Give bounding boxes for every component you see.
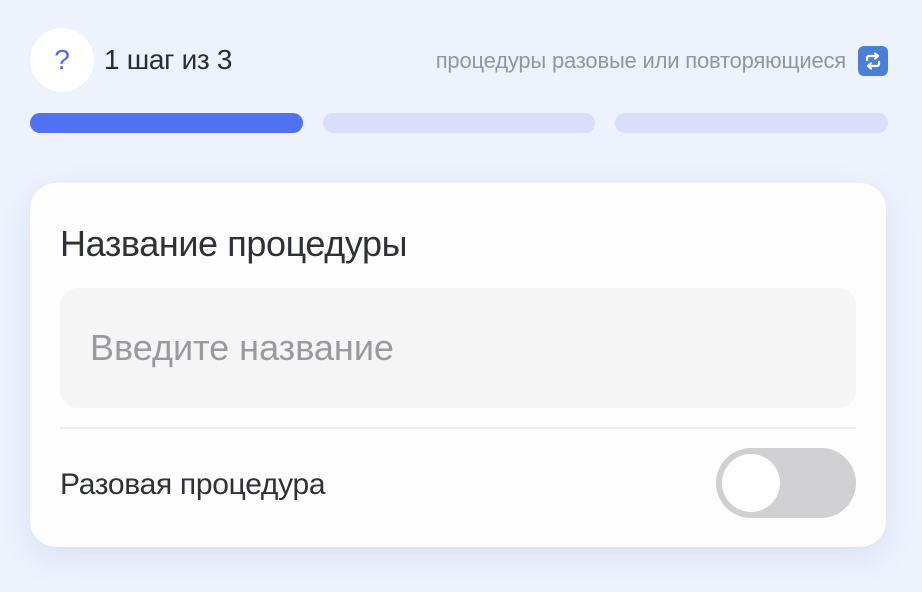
hint-text: процедуры разовые или повторяющиеся xyxy=(435,48,846,73)
procedure-form-card: Название процедуры Разовая процедура xyxy=(30,183,886,547)
step-counter: 1 шаг из 3 xyxy=(104,44,233,75)
one-time-procedure-toggle[interactable] xyxy=(716,448,856,518)
step-header: ? 1 шаг из 3 процедуры разовые или повто… xyxy=(30,28,888,92)
help-button[interactable]: ? xyxy=(30,28,94,92)
repeat-icon xyxy=(858,46,888,76)
progress-segment-1 xyxy=(30,113,303,133)
divider xyxy=(60,427,856,429)
one-time-procedure-label: Разовая процедура xyxy=(60,468,326,501)
progress-segment-3 xyxy=(615,113,889,133)
toggle-knob xyxy=(722,454,780,512)
step-progress-bar xyxy=(30,113,889,133)
hint: процедуры разовые или повторяющиеся xyxy=(436,46,888,76)
procedure-name-input[interactable] xyxy=(60,288,856,408)
question-mark-icon: ? xyxy=(54,44,70,75)
form-title: Название процедуры xyxy=(60,223,408,264)
progress-segment-2 xyxy=(322,113,596,133)
